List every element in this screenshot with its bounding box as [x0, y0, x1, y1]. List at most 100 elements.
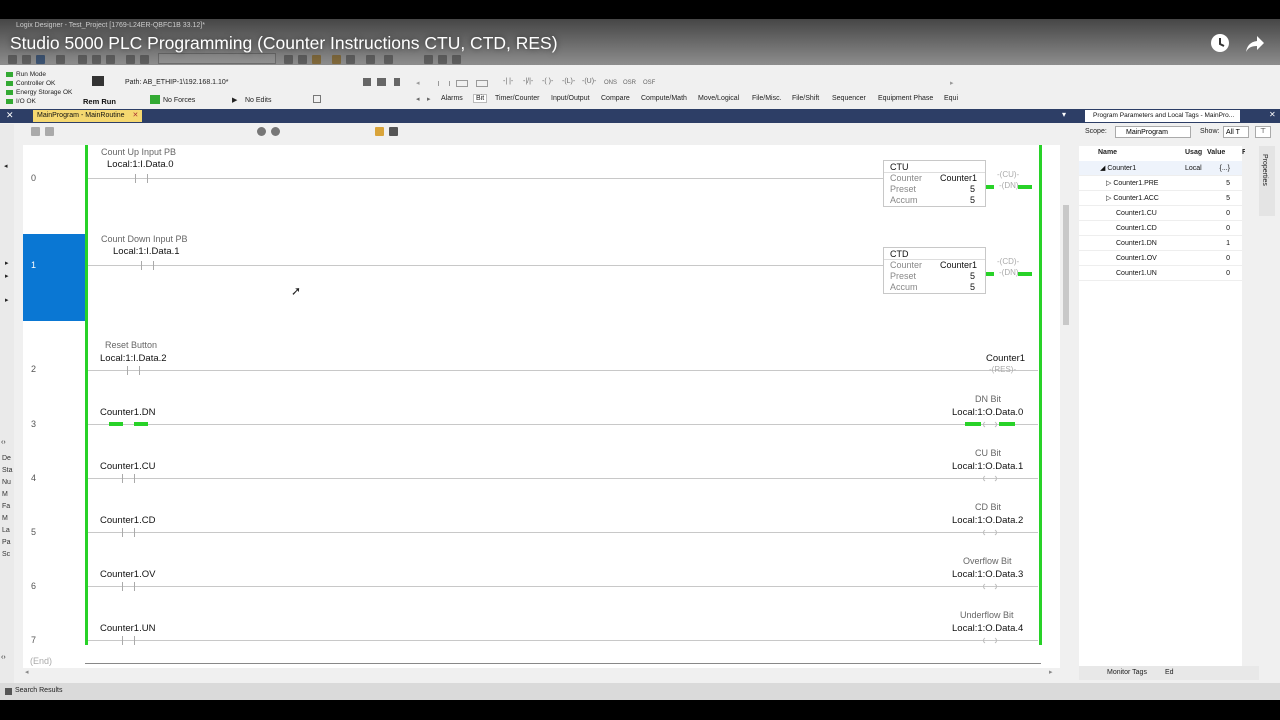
- tab-monitor-tags[interactable]: Monitor Tags: [1107, 669, 1147, 676]
- tab-bit[interactable]: Bit: [473, 94, 488, 103]
- rung-7-coil-tag[interactable]: Local:1:O.Data.4: [952, 623, 1023, 634]
- table-row[interactable]: ◢ Counter1 Local {...}: [1079, 161, 1242, 176]
- tag-value[interactable]: 5: [1226, 191, 1230, 206]
- dock-label-de[interactable]: De: [2, 455, 11, 462]
- tab-sequencer[interactable]: Sequencer: [832, 95, 866, 102]
- tab-compute-math[interactable]: Compute/Math: [641, 95, 687, 102]
- ladder-vertical-scrollbar[interactable]: [1060, 145, 1072, 673]
- col-usage[interactable]: Usag: [1185, 149, 1202, 156]
- scroll-right-icon[interactable]: ▸: [1049, 668, 1053, 676]
- table-row[interactable]: Counter1.CU 0: [1079, 206, 1242, 221]
- collapse-icon[interactable]: ◂: [4, 162, 8, 170]
- tab-alarms[interactable]: Alarms: [441, 95, 463, 102]
- expand-icon[interactable]: ▸: [5, 259, 9, 267]
- tab-edit-tags[interactable]: Ed: [1165, 669, 1174, 676]
- ote-instr-icon[interactable]: -( )-: [542, 78, 553, 85]
- ote-coil[interactable]: [983, 420, 997, 429]
- filter-icon[interactable]: ⊤: [1255, 126, 1271, 138]
- rung-3-contact-tag[interactable]: Counter1.DN: [100, 407, 155, 418]
- rung-7-contact-tag[interactable]: Counter1.UN: [100, 623, 155, 634]
- ladder-horizontal-scrollbar[interactable]: ◂ ▸: [23, 668, 1063, 678]
- close-panel-icon[interactable]: ✕: [1269, 110, 1276, 119]
- forces-status[interactable]: No Forces: [163, 97, 195, 104]
- tab-timer-counter[interactable]: Timer/Counter: [495, 95, 539, 102]
- col-name[interactable]: Name: [1098, 149, 1117, 156]
- description-toggle-icon[interactable]: [389, 127, 398, 136]
- dock-label-nu[interactable]: Nu: [2, 479, 11, 486]
- ote-coil[interactable]: [983, 582, 997, 591]
- ote-coil[interactable]: [983, 474, 997, 483]
- scroll-thumb[interactable]: [1063, 205, 1069, 325]
- rung-5-coil-tag[interactable]: Local:1:O.Data.2: [952, 515, 1023, 526]
- xic-contact[interactable]: [141, 261, 154, 270]
- counter-operand[interactable]: Counter1: [940, 260, 977, 270]
- tags-scrollbar[interactable]: [1245, 146, 1257, 673]
- rung-3-coil-tag[interactable]: Local:1:O.Data.0: [952, 407, 1023, 418]
- otl-instr-icon[interactable]: -(L)-: [562, 78, 575, 85]
- ons-instr[interactable]: ONS: [604, 80, 617, 86]
- xic-contact[interactable]: [135, 174, 148, 183]
- counter-operand[interactable]: Counter1: [940, 173, 977, 183]
- table-row[interactable]: Counter1.CD 0: [1079, 221, 1242, 236]
- tag-value[interactable]: 0: [1226, 266, 1230, 281]
- xic-contact[interactable]: [127, 366, 140, 375]
- rung-1-contact-tag[interactable]: Local:1:I.Data.1: [113, 246, 180, 257]
- close-tab-icon[interactable]: ✕: [133, 112, 139, 119]
- edits-status[interactable]: No Edits: [245, 97, 271, 104]
- rung-5-contact-tag[interactable]: Counter1.CD: [100, 515, 155, 526]
- rack-icon[interactable]: [394, 78, 400, 86]
- tab-input-output[interactable]: Input/Output: [551, 95, 590, 102]
- rung-4-coil-tag[interactable]: Local:1:O.Data.1: [952, 461, 1023, 472]
- tab-program-tags[interactable]: Program Parameters and Local Tags - Main…: [1085, 110, 1241, 122]
- show-dropdown[interactable]: All T: [1223, 126, 1249, 138]
- rung-icon[interactable]: [31, 127, 40, 136]
- tag-display-icon[interactable]: [375, 127, 384, 136]
- table-row[interactable]: Counter1.UN 0: [1079, 266, 1242, 281]
- tab-compare[interactable]: Compare: [601, 95, 630, 102]
- dock-label-sta[interactable]: Sta: [2, 467, 13, 474]
- path-label[interactable]: Path: AB_ETHIP-1\192.168.1.10*: [125, 79, 229, 86]
- scope-dropdown[interactable]: MainProgram: [1115, 126, 1191, 138]
- col-value[interactable]: Value: [1207, 149, 1225, 156]
- tab-file-misc[interactable]: File/Misc.: [752, 95, 782, 102]
- tab-file-shift[interactable]: File/Shift: [792, 95, 819, 102]
- table-row[interactable]: Counter1.OV 0: [1079, 251, 1242, 266]
- nav-arrows-icon[interactable]: ‹›: [1, 654, 6, 661]
- edits-expand-icon[interactable]: ▶: [232, 96, 237, 104]
- table-row[interactable]: Counter1.DN 1: [1079, 236, 1242, 251]
- branch-icon[interactable]: [45, 127, 54, 136]
- zoom-out-icon[interactable]: [271, 127, 280, 136]
- res-instruction[interactable]: -(RES)-: [989, 365, 1016, 374]
- xic-contact[interactable]: [122, 474, 135, 483]
- ctu-instruction-box[interactable]: CTU Counter Counter1 Preset 5 Accum 5: [883, 160, 986, 207]
- table-row[interactable]: ▷ Counter1.PRE 5: [1079, 176, 1242, 191]
- osf-instr[interactable]: OSF: [643, 80, 655, 86]
- network-icon[interactable]: [377, 78, 386, 86]
- branch-instr-icon[interactable]: [456, 80, 468, 87]
- res-counter-tag[interactable]: Counter1: [986, 353, 1025, 364]
- rung-4-contact-tag[interactable]: Counter1.CU: [100, 461, 155, 472]
- xic-contact[interactable]: [122, 582, 135, 591]
- tab-move-logical[interactable]: Move/Logical: [698, 95, 739, 102]
- tab-equipment-more[interactable]: Equi: [944, 95, 958, 102]
- zoom-in-icon[interactable]: [257, 127, 266, 136]
- ote-coil[interactable]: [983, 636, 997, 645]
- osr-instr[interactable]: OSR: [623, 80, 636, 86]
- ladder-editor[interactable]: 0 Count Up Input PB Local:1:I.Data.0 CTU…: [23, 145, 1060, 673]
- properties-side-tab[interactable]: Properties: [1259, 146, 1275, 216]
- preset-value[interactable]: 5: [970, 184, 975, 194]
- tag-value[interactable]: 0: [1226, 206, 1230, 221]
- table-row[interactable]: ▷ Counter1.ACC 5: [1079, 191, 1242, 206]
- dock-label-m1[interactable]: M: [2, 491, 8, 498]
- pane-menu-icon[interactable]: ▾: [1062, 110, 1066, 119]
- nav-arrows-icon[interactable]: ‹›: [1, 439, 6, 446]
- ote-coil[interactable]: [983, 528, 997, 537]
- xic-contact[interactable]: [122, 528, 135, 537]
- accum-value[interactable]: 5: [970, 195, 975, 205]
- tab-scroll-right-icon[interactable]: ▸: [427, 95, 431, 103]
- dock-label-sc[interactable]: Sc: [2, 551, 10, 558]
- tab-equipment-phase[interactable]: Equipment Phase: [878, 95, 933, 102]
- rung-6-contact-tag[interactable]: Counter1.OV: [100, 569, 155, 580]
- select-pointer-icon[interactable]: [363, 78, 371, 86]
- tag-value[interactable]: 0: [1226, 251, 1230, 266]
